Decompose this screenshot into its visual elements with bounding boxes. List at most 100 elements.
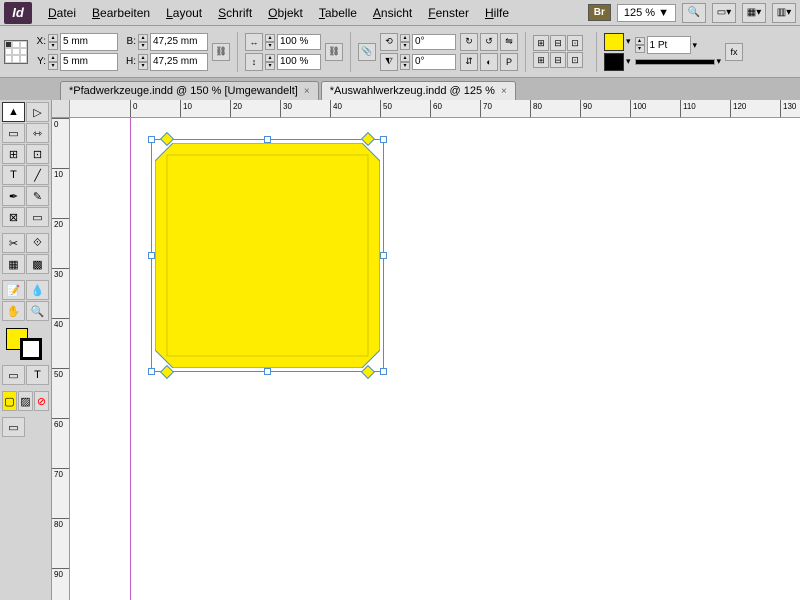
vertical-ruler[interactable]: 0 10 20 30 40 50 60 70 80 90 — [52, 118, 70, 600]
corner-handle-br[interactable] — [361, 365, 375, 379]
screen-mode-icon[interactable]: ▭▾ — [712, 3, 736, 23]
handle-tm[interactable] — [264, 136, 271, 143]
flip-h-icon[interactable]: ⇋ — [500, 33, 518, 51]
scissors-tool[interactable]: ✂ — [2, 233, 25, 253]
w-label: B: — [122, 36, 136, 47]
rotate-ccw-icon[interactable]: ↺ — [480, 33, 498, 51]
menu-bearbeiten[interactable]: Bearbeiten — [84, 2, 158, 24]
rotate-cw-icon[interactable]: ↻ — [460, 33, 478, 51]
gap-tool[interactable]: ⇿ — [26, 123, 49, 143]
scale-y-icon: ↕ — [245, 53, 263, 71]
constrain-icon[interactable]: ⛓ — [212, 43, 230, 61]
eyedropper-tool[interactable]: 💧 — [26, 280, 49, 300]
note-tool[interactable]: 📝 — [2, 280, 25, 300]
apply-none[interactable]: ⊘ — [34, 391, 49, 411]
toolbox: ▲▷ ▭⇿ ⊞⊡ T╱ ✒✎ ⊠▭ ✂⟐ ▦▩ 📝💧 ✋🔍 ▭T ▢▨⊘ ▭ — [0, 100, 52, 600]
tab-auswahlwerkzeug[interactable]: *Auswahlwerkzeug.indd @ 125 %× — [321, 81, 516, 100]
bridge-button[interactable]: Br — [588, 4, 611, 21]
workspace-icon[interactable]: ▥▾ — [772, 3, 796, 23]
scale-x-input[interactable] — [277, 34, 321, 50]
arrange-icon[interactable]: ▦▾ — [742, 3, 766, 23]
close-icon[interactable]: × — [501, 86, 507, 97]
handle-bl[interactable] — [148, 368, 155, 375]
hand-tool[interactable]: ✋ — [2, 301, 25, 321]
align-3[interactable]: ⊡ — [567, 35, 583, 51]
corner-handle-bl[interactable] — [160, 365, 174, 379]
pencil-tool[interactable]: ✎ — [26, 186, 49, 206]
content-tool-2[interactable]: ⊡ — [26, 144, 49, 164]
fx-icon[interactable]: fx — [725, 43, 743, 61]
align-4[interactable]: ⊞ — [533, 52, 549, 68]
gradient-feather-tool[interactable]: ▩ — [26, 254, 49, 274]
handle-bm[interactable] — [264, 368, 271, 375]
menu-datei[interactable]: Datei — [40, 2, 84, 24]
align-1[interactable]: ⊞ — [533, 35, 549, 51]
direct-selection-tool[interactable]: ▷ — [26, 102, 49, 122]
menu-hilfe[interactable]: Hilfe — [477, 2, 517, 24]
rectangle-tool[interactable]: ▭ — [26, 207, 49, 227]
align-6[interactable]: ⊡ — [567, 52, 583, 68]
scale-y-input[interactable] — [277, 54, 321, 70]
content-tool[interactable]: ⊞ — [2, 144, 25, 164]
selection-tool[interactable]: ▲ — [2, 102, 25, 122]
corner-handle-tl[interactable] — [160, 132, 174, 146]
y-input[interactable] — [60, 53, 118, 71]
search-icon[interactable]: 🔍 — [682, 3, 706, 23]
gradient-tool[interactable]: ▦ — [2, 254, 25, 274]
zoom-tool[interactable]: 🔍 — [26, 301, 49, 321]
stroke-color[interactable] — [20, 338, 42, 360]
reference-point[interactable] — [4, 40, 28, 64]
constrain-scale-icon[interactable]: ⛓ — [325, 43, 343, 61]
flip-v-icon[interactable]: ⇵ — [460, 53, 478, 71]
transform-icon[interactable]: ◐ — [480, 53, 498, 71]
shear-icon: ⧨ — [380, 53, 398, 71]
menu-layout[interactable]: Layout — [158, 2, 210, 24]
view-mode[interactable]: ▭ — [2, 417, 25, 437]
menu-schrift[interactable]: Schrift — [210, 2, 260, 24]
menu-tabelle[interactable]: Tabelle — [311, 2, 365, 24]
x-label: X: — [32, 36, 46, 47]
container-format[interactable]: ▭ — [2, 365, 25, 385]
p-icon[interactable]: P — [500, 53, 518, 71]
ruler-origin[interactable] — [52, 100, 70, 118]
rotate-icon: ⟲ — [380, 33, 398, 51]
canvas[interactable] — [70, 118, 800, 600]
stroke-swatch[interactable] — [604, 53, 624, 71]
align-5[interactable]: ⊟ — [550, 52, 566, 68]
align-group: ⊞ ⊟ ⊡ ⊞ ⊟ ⊡ — [533, 35, 589, 68]
menu-ansicht[interactable]: Ansicht — [365, 2, 420, 24]
handle-mr[interactable] — [380, 252, 387, 259]
handle-ml[interactable] — [148, 252, 155, 259]
line-tool[interactable]: ╱ — [26, 165, 49, 185]
stroke-style[interactable] — [635, 59, 715, 65]
pen-tool[interactable]: ✒ — [2, 186, 25, 206]
text-format[interactable]: T — [26, 365, 49, 385]
handle-tl[interactable] — [148, 136, 155, 143]
close-icon[interactable]: × — [304, 86, 310, 97]
menu-fenster[interactable]: Fenster — [420, 2, 477, 24]
frame-tool[interactable]: ⊠ — [2, 207, 25, 227]
height-input[interactable] — [150, 53, 208, 71]
horizontal-ruler[interactable]: 0 10 20 30 40 50 60 70 80 90 100 110 120… — [70, 100, 800, 118]
shear-input[interactable] — [412, 54, 456, 70]
rotate-input[interactable] — [412, 34, 456, 50]
handle-tr[interactable] — [380, 136, 387, 143]
tab-pfadwerkzeuge[interactable]: *Pfadwerkzeuge.indd @ 150 % [Umgewandelt… — [60, 81, 319, 100]
zoom-level[interactable]: 125 % ▼ — [617, 4, 676, 22]
stroke-weight-input[interactable] — [647, 36, 691, 54]
container-icon[interactable]: 📎 — [358, 43, 376, 61]
width-input[interactable] — [150, 33, 208, 51]
type-tool[interactable]: T — [2, 165, 25, 185]
apply-gradient[interactable]: ▨ — [18, 391, 33, 411]
apply-color[interactable]: ▢ — [2, 391, 17, 411]
y-label: Y: — [32, 56, 46, 67]
x-input[interactable] — [60, 33, 118, 51]
selected-object[interactable] — [155, 143, 380, 368]
corner-handle-tr[interactable] — [361, 132, 375, 146]
fill-swatch[interactable] — [604, 33, 624, 51]
page-tool[interactable]: ▭ — [2, 123, 25, 143]
handle-br[interactable] — [380, 368, 387, 375]
menu-objekt[interactable]: Objekt — [260, 2, 311, 24]
align-2[interactable]: ⊟ — [550, 35, 566, 51]
transform-tool[interactable]: ⟐ — [26, 233, 49, 253]
